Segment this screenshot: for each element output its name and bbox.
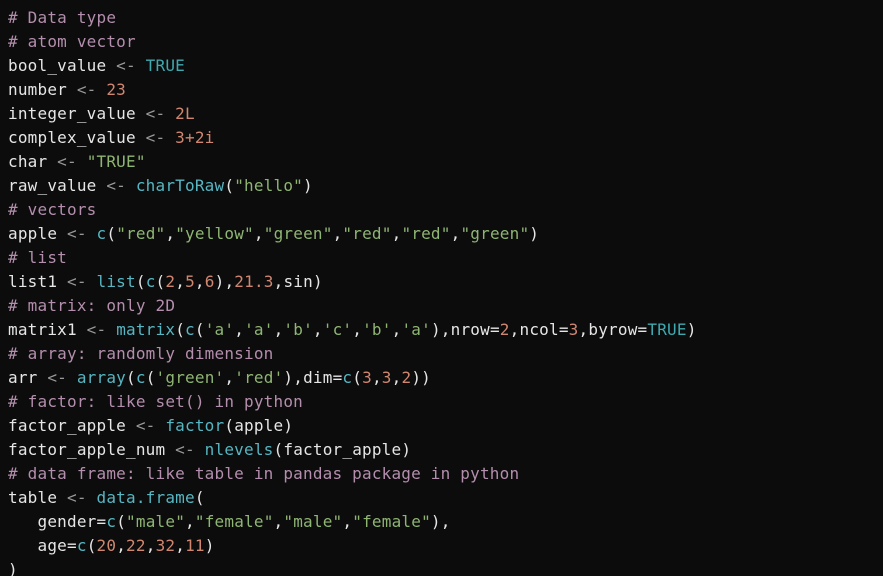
fn-c-dim: c [342,368,352,387]
str-green-arr: 'green' [156,368,225,387]
ident-bool-value: bool_value [8,56,106,75]
comment-list: # list [8,248,67,267]
str-b1: 'b' [283,320,313,339]
str-green: "green" [264,224,333,243]
assign-op: <- [126,416,165,435]
assign-op: <- [106,56,145,75]
ident-integer-value: integer_value [8,104,136,123]
kw-age: age [38,536,68,555]
assign-op: <- [57,224,96,243]
str-female1: "female" [195,512,274,531]
num-2: 2 [165,272,175,291]
ident-factor-apple: factor_apple [8,416,126,435]
fn-c: c [97,224,107,243]
arg-factor-apple: factor_apple [283,440,401,459]
kw-dim: dim [303,368,333,387]
assign-op: <- [57,488,96,507]
num-32: 32 [156,536,176,555]
num-ncol: 3 [569,320,579,339]
code-block: # Data type # atom vector bool_value <- … [0,0,883,576]
str-a1: 'a' [205,320,235,339]
str-b2: 'b' [362,320,392,339]
kw-ncol: ncol [519,320,558,339]
literal-complex: 3+2i [175,128,214,147]
assign-op: <- [97,176,136,195]
str-female2: "female" [352,512,431,531]
kw-gender: gender [38,512,97,531]
str-red2: "red" [342,224,391,243]
assign-op: <- [77,320,116,339]
fn-array: array [77,368,126,387]
literal-true: TRUE [146,56,185,75]
comment-factor: # factor: like set() in python [8,392,303,411]
str-green2: "green" [460,224,529,243]
fn-list: list [97,272,136,291]
ident-apple: apple [8,224,57,243]
fn-data-frame: data.frame [97,488,195,507]
assign-op: <- [136,104,175,123]
assign-op: <- [136,128,175,147]
fn-c-arr1: c [136,368,146,387]
num-21-3: 21.3 [234,272,273,291]
arg-hello: "hello" [234,176,303,195]
fn-c-age: c [77,536,87,555]
ident-arr: arr [8,368,38,387]
num-22: 22 [126,536,146,555]
ident-matrix1: matrix1 [8,320,77,339]
comment-data-type: # Data type [8,8,116,27]
comment-dataframe: # data frame: like table in pandas packa… [8,464,519,483]
fn-c-matrix: c [185,320,195,339]
assign-op: <- [165,440,204,459]
fn-c-inner: c [146,272,156,291]
str-red-arr: 'red' [234,368,283,387]
literal-char-true: "TRUE" [87,152,146,171]
num-20: 20 [97,536,117,555]
comment-array: # array: randomly dimension [8,344,274,363]
ident-number: number [8,80,67,99]
num-d1: 3 [362,368,372,387]
str-red3: "red" [401,224,450,243]
ident-char: char [8,152,47,171]
str-a2: 'a' [244,320,274,339]
kw-nrow: nrow [451,320,490,339]
str-a3: 'a' [401,320,431,339]
str-yellow: "yellow" [175,224,254,243]
literal-true-byrow: TRUE [647,320,686,339]
literal-2l: 2L [175,104,195,123]
assign-op: <- [47,152,86,171]
fn-c-gender: c [106,512,116,531]
arg-apple: apple [234,416,283,435]
num-6: 6 [205,272,215,291]
assign-op: <- [38,368,77,387]
comment-vectors: # vectors [8,200,97,219]
ident-raw-value: raw_value [8,176,97,195]
ident-sin: sin [283,272,313,291]
num-d2: 3 [382,368,392,387]
num-11: 11 [185,536,205,555]
kw-byrow: byrow [588,320,637,339]
str-c1: 'c' [323,320,353,339]
ident-factor-apple-num: factor_apple_num [8,440,165,459]
str-male1: "male" [126,512,185,531]
comment-atom-vector: # atom vector [8,32,136,51]
ident-list1: list1 [8,272,57,291]
assign-op: <- [67,80,106,99]
fn-nlevels: nlevels [205,440,274,459]
ident-table: table [8,488,57,507]
ident-complex-value: complex_value [8,128,136,147]
num-d3: 2 [401,368,411,387]
assign-op: <- [57,272,96,291]
str-male2: "male" [283,512,342,531]
comment-matrix: # matrix: only 2D [8,296,175,315]
num-nrow: 2 [500,320,510,339]
str-red: "red" [116,224,165,243]
fn-matrix: matrix [116,320,175,339]
num-5: 5 [185,272,195,291]
fn-chartoraw: charToRaw [136,176,225,195]
literal-23: 23 [106,80,126,99]
fn-factor: factor [165,416,224,435]
